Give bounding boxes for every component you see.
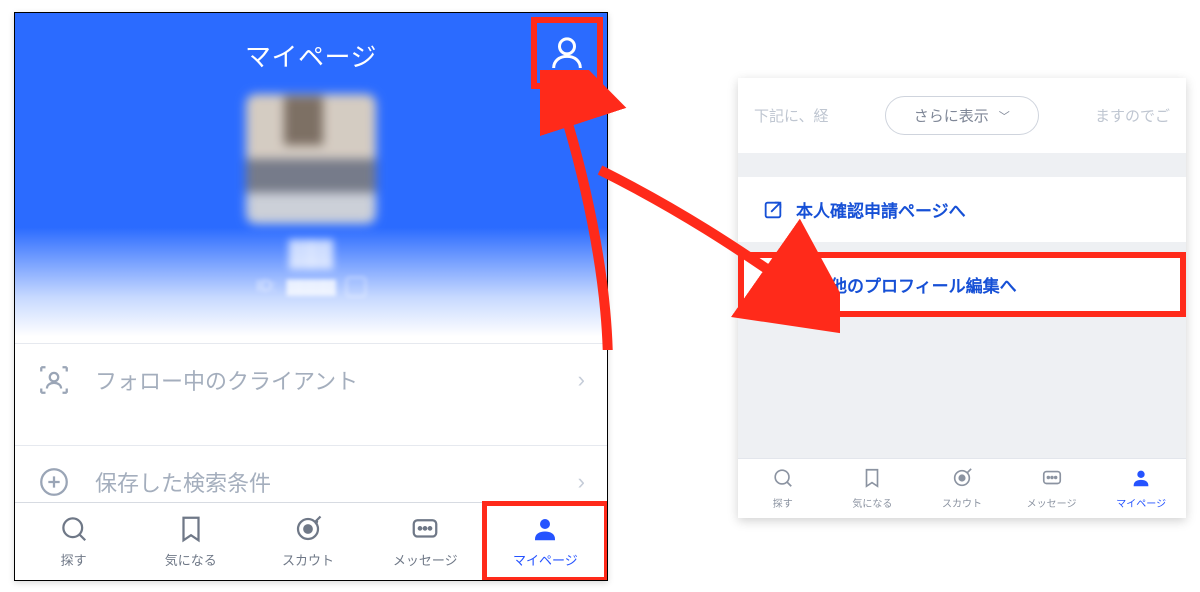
- person-icon: [547, 33, 587, 73]
- show-more-label: さらに表示: [914, 105, 989, 126]
- profile-header: マイページ ▇▇ ID: ▇▇▇▇: [15, 13, 607, 343]
- faded-text-left: 下記に、経: [754, 105, 829, 126]
- avatar[interactable]: [246, 94, 376, 224]
- target-icon: [293, 514, 323, 547]
- nav-label: メッセージ: [393, 550, 458, 569]
- nav-label: マイページ: [513, 550, 578, 569]
- list-label: フォロー中のクライアント: [95, 364, 358, 396]
- user-name: ▇▇: [15, 236, 607, 269]
- user-id-label: ID:: [256, 278, 276, 296]
- nav-label: 探す: [61, 550, 87, 569]
- target-icon: [951, 467, 973, 492]
- nav-label: 探す: [773, 495, 793, 510]
- user-id-row: ID: ▇▇▇▇: [15, 277, 607, 297]
- bookmark-icon: [861, 467, 883, 492]
- link-label: 本人確認申請ページへ: [796, 197, 966, 222]
- nav-search[interactable]: 探す: [15, 503, 132, 580]
- nav-scout[interactable]: スカウト: [917, 459, 1007, 518]
- list-follow-clients[interactable]: フォロー中のクライアント ›: [15, 343, 607, 415]
- external-link-icon: [762, 274, 784, 296]
- chevron-down-icon: ﹀: [999, 108, 1010, 124]
- chevron-right-icon: ›: [578, 367, 585, 393]
- nav-favorite[interactable]: 気になる: [132, 503, 249, 580]
- page-title: マイページ: [15, 13, 607, 74]
- nav-mypage[interactable]: マイページ: [482, 501, 608, 581]
- nav-label: メッセージ: [1027, 495, 1077, 510]
- nav-label: 気になる: [852, 495, 892, 510]
- faded-text-right: ますのでご: [1095, 105, 1170, 126]
- profile-settings-button[interactable]: [531, 17, 603, 89]
- person-icon: [530, 514, 560, 547]
- nav-scout[interactable]: スカウト: [249, 503, 366, 580]
- right-screen: 下記に、経 さらに表示 ﹀ ますのでご 本人確認申請ページへ その他のプロフィー…: [738, 78, 1186, 518]
- nav-label: マイページ: [1116, 495, 1166, 510]
- link-label: その他のプロフィール編集へ: [796, 272, 1017, 297]
- nav-message[interactable]: メッセージ: [1007, 459, 1097, 518]
- nav-label: スカウト: [942, 495, 982, 510]
- search-icon: [772, 467, 794, 492]
- nav-search[interactable]: 探す: [738, 459, 828, 518]
- nav-label: スカウト: [282, 550, 334, 569]
- message-icon: [1041, 467, 1063, 492]
- bookmark-icon: [176, 514, 206, 547]
- right-top-card: 下記に、経 さらに表示 ﹀ ますのでご: [738, 78, 1186, 153]
- list-label: 保存した検索条件: [95, 466, 271, 498]
- nav-label: 気になる: [165, 550, 217, 569]
- plus-circle-icon: [37, 465, 71, 499]
- search-icon: [59, 514, 89, 547]
- bottom-nav: 探す 気になる スカウト メッセージ マイページ: [738, 458, 1186, 518]
- left-screen: マイページ ▇▇ ID: ▇▇▇▇ フォロー中のクライアント ›: [14, 12, 608, 581]
- nav-message[interactable]: メッセージ: [367, 503, 484, 580]
- show-more-button[interactable]: さらに表示 ﹀: [885, 96, 1039, 135]
- person-focus-icon: [37, 363, 71, 397]
- nav-mypage[interactable]: マイページ: [1096, 459, 1186, 518]
- external-link-icon: [762, 199, 784, 221]
- user-id-value: ▇▇▇▇: [287, 277, 336, 297]
- bottom-nav: 探す 気になる スカウト メッセージ マイページ: [15, 502, 607, 580]
- person-icon: [1130, 467, 1152, 492]
- link-edit-profile[interactable]: その他のプロフィール編集へ: [738, 252, 1186, 317]
- nav-favorite[interactable]: 気になる: [828, 459, 918, 518]
- message-icon: [410, 514, 440, 547]
- copy-icon[interactable]: [346, 277, 366, 297]
- chevron-right-icon: ›: [578, 469, 585, 495]
- link-identity-verify[interactable]: 本人確認申請ページへ: [738, 177, 1186, 242]
